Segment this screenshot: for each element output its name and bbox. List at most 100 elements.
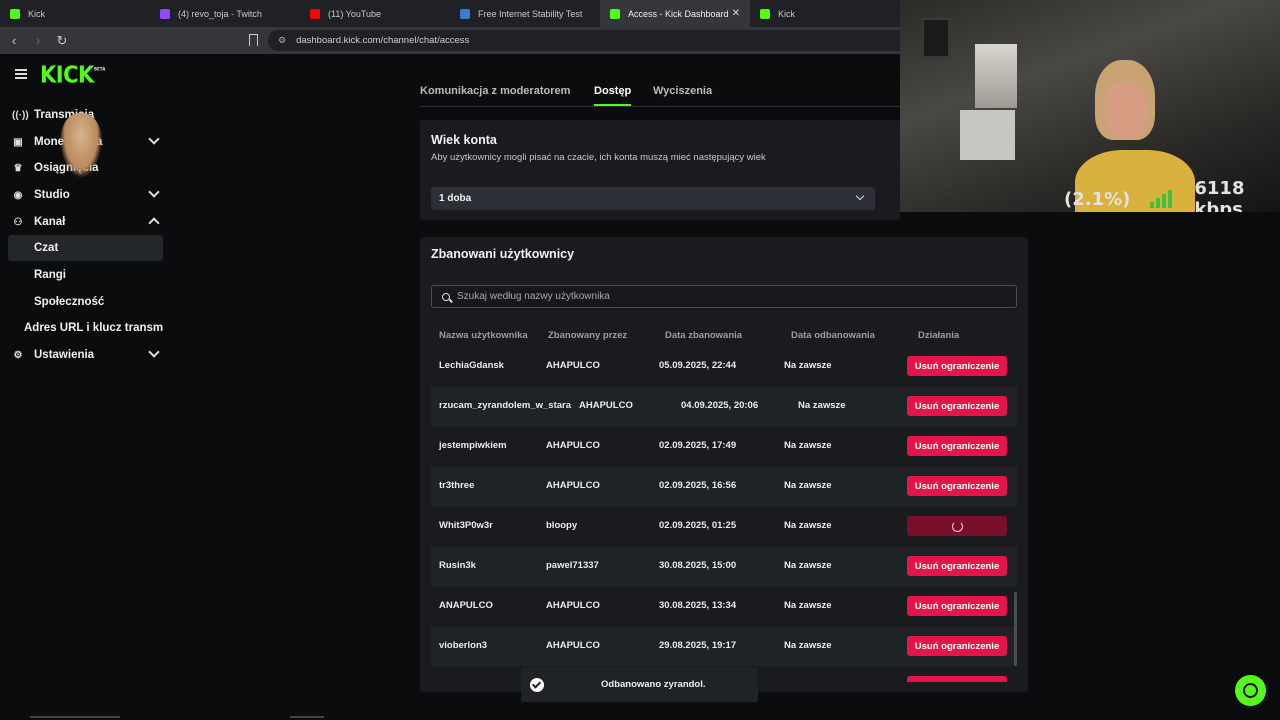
webcam-overlay: (2.1%) 6118 kbps (900, 0, 1280, 212)
browser-tab[interactable]: Free Internet Stability Test (450, 0, 600, 27)
unban-date-cell: Na zawsze (784, 440, 832, 451)
sidebar-subitem-stream-key[interactable]: Adres URL i klucz transmisji (8, 315, 163, 341)
chevron-down-icon (148, 186, 160, 198)
toast-message: Odbanowano zyrandol. (601, 679, 706, 690)
taskbar-strip (290, 716, 324, 718)
tab-favicon-icon (10, 8, 20, 19)
table-row: ANAPULCO AHAPULCO 30.08.2025, 13:34 Na zaws… (431, 586, 1017, 626)
dropped-frames-percent: (2.1%) (1064, 188, 1131, 210)
unban-button[interactable]: Usuń ograniczenie (907, 436, 1007, 456)
banned-by-cell: AHAPULCO (546, 440, 600, 451)
browser-tab[interactable]: (11) YouTube (300, 0, 450, 27)
ban-date-cell: 30.08.2025, 15:00 (659, 560, 737, 571)
tab-title: Kick (28, 8, 46, 19)
table-scrollbar[interactable] (1014, 592, 1017, 666)
column-header-actions: Działania (918, 330, 960, 341)
menu-icon[interactable] (15, 69, 27, 79)
site-settings-icon[interactable]: ⚙ (278, 35, 286, 46)
table-row: rzucam_zyrandolem_w_stara AHAPULCO 04.09.2… (431, 386, 1017, 426)
sidebar-subitem-czat[interactable]: Czat (8, 235, 163, 261)
unban-button[interactable]: Usuń ograniczenie (907, 636, 1007, 656)
tab-mutes[interactable]: Wyciszenia (653, 85, 712, 97)
tab-moderator-communication[interactable]: Komunikacja z moderatorem (420, 85, 570, 97)
kick-logo[interactable]: KICK BETA (40, 62, 105, 88)
bitrate: 6118 kbps (1194, 178, 1245, 212)
chat-settings-tabs: Komunikacja z moderatorem Dostęp Wycisze… (420, 82, 900, 107)
sidebar: KICKBETA ((·)) Transmisja ▣ Monetyzacja … (0, 54, 170, 720)
table-row: vioberlon3 AHAPULCO 29.08.2025, 19:17 Na za… (431, 626, 1017, 666)
sidebar-item-kanal[interactable]: ⚇ Kanał (0, 209, 170, 235)
banned-by-cell: bloopy (546, 520, 578, 531)
unban-button[interactable] (907, 516, 1007, 536)
sidebar-item-studio[interactable]: ◉ Studio (0, 182, 170, 208)
chevron-down-icon (148, 133, 160, 145)
unban-button[interactable]: Usuń ograniczenie (907, 476, 1007, 496)
browser-tab[interactable]: Access - Kick Dashboard ✕ (600, 0, 750, 27)
account-age-select[interactable]: 1 doba (431, 187, 875, 210)
banned-search-input[interactable] (457, 291, 997, 302)
unban-date-cell: Na zawsze (784, 640, 832, 651)
close-tab-icon[interactable]: ✕ (732, 8, 740, 19)
broadcast-icon: ((·)) (12, 109, 29, 121)
column-header-banned-by: Zbanowany przez (548, 330, 628, 341)
banned-search-field[interactable] (431, 285, 1017, 308)
table-row: Whit3P0w3r bloopy 02.09.2025, 01:25 Na zaws… (431, 506, 1017, 546)
url-field[interactable]: ⚙ dashboard.kick.com/channel/chat/access (268, 30, 900, 51)
wallet-icon: ▣ (13, 136, 23, 148)
tab-favicon-icon (460, 8, 470, 19)
column-header-unban-date: Data odbanowania (791, 330, 875, 341)
tab-title: (4) revo_toja - Twitch (178, 8, 262, 19)
help-button[interactable] (1235, 675, 1266, 706)
taskbar-strip (30, 716, 120, 718)
reload-icon[interactable]: ↻ (52, 33, 72, 49)
tab-title: Kick (778, 8, 796, 19)
banned-by-cell: AHAPULCO (546, 640, 600, 651)
unban-date-cell: Na zawsze (798, 400, 846, 411)
forward-icon[interactable]: › (28, 33, 48, 48)
ban-date-cell: 30.08.2025, 13:34 (659, 600, 737, 611)
back-icon[interactable]: ‹ (4, 33, 24, 48)
tab-title: Free Internet Stability Test (478, 8, 583, 19)
username-cell: Whit3P0w3r (439, 520, 493, 531)
browser-tab-bar: Kick (4) revo_toja - Twitch (11) YouTube Fr… (0, 0, 900, 27)
hamster-sticker (60, 113, 102, 177)
unban-date-cell: Na zawsze (784, 600, 832, 611)
browser-tab[interactable]: Kick (0, 0, 150, 27)
ban-date-cell: 04.09.2025, 20:06 (681, 400, 759, 411)
username-cell: jestempiwkiem (439, 440, 507, 451)
sidebar-subitem-rangi[interactable]: Rangi (8, 262, 163, 288)
ban-date-cell: 02.09.2025, 17:49 (659, 440, 737, 451)
bookmark-icon[interactable] (249, 34, 258, 46)
browser-tab[interactable]: (4) revo_toja - Twitch (150, 0, 300, 27)
ban-date-cell: 02.09.2025, 16:56 (659, 480, 737, 491)
unban-button[interactable]: Usuń ograniczenie (907, 396, 1007, 416)
sidebar-item-ustawienia[interactable]: ⚙ Ustawienia (0, 342, 170, 368)
tab-favicon-icon (610, 8, 620, 19)
tab-access[interactable]: Dostęp (594, 85, 631, 97)
table-row: Rusin3k pawel71337 30.08.2025, 15:00 Na zaw… (431, 546, 1017, 586)
table-row: tr3three AHAPULCO 02.09.2025, 16:56 Na zaws… (431, 466, 1017, 506)
signal-bars-icon (1150, 190, 1173, 208)
toast-notification: Odbanowano zyrandol. (521, 667, 758, 702)
unban-button[interactable]: Usuń ograniczenie (907, 596, 1007, 616)
unban-button-partial[interactable] (907, 676, 1007, 682)
channel-icon: ⚇ (13, 216, 23, 228)
browser-tab[interactable]: Kick (750, 0, 900, 27)
trophy-icon: ♛ (13, 162, 23, 174)
browser-address-bar: ‹ › ↻ ⚙ dashboard.kick.com/channel/chat/… (0, 27, 900, 54)
unban-button[interactable]: Usuń ograniczenie (907, 356, 1007, 376)
unban-date-cell: Na zawsze (784, 360, 832, 371)
chevron-down-icon (148, 346, 160, 358)
unban-button[interactable]: Usuń ograniczenie (907, 556, 1007, 576)
account-age-title: Wiek konta (431, 133, 497, 147)
username-cell: tr3three (439, 480, 475, 491)
table-row: LechiaGdansk AHAPULCO 05.09.2025, 22:44 Na … (431, 346, 1017, 386)
chevron-up-icon (148, 217, 160, 229)
unban-date-cell: Na zawsze (784, 480, 832, 491)
studio-icon: ◉ (13, 189, 23, 201)
sidebar-subitem-spolecznosc[interactable]: Społeczność (8, 289, 163, 315)
check-circle-icon (530, 677, 544, 692)
tab-favicon-icon (160, 8, 170, 19)
banned-by-cell: AHAPULCO (579, 400, 633, 411)
banned-by-cell: AHAPULCO (546, 600, 600, 611)
